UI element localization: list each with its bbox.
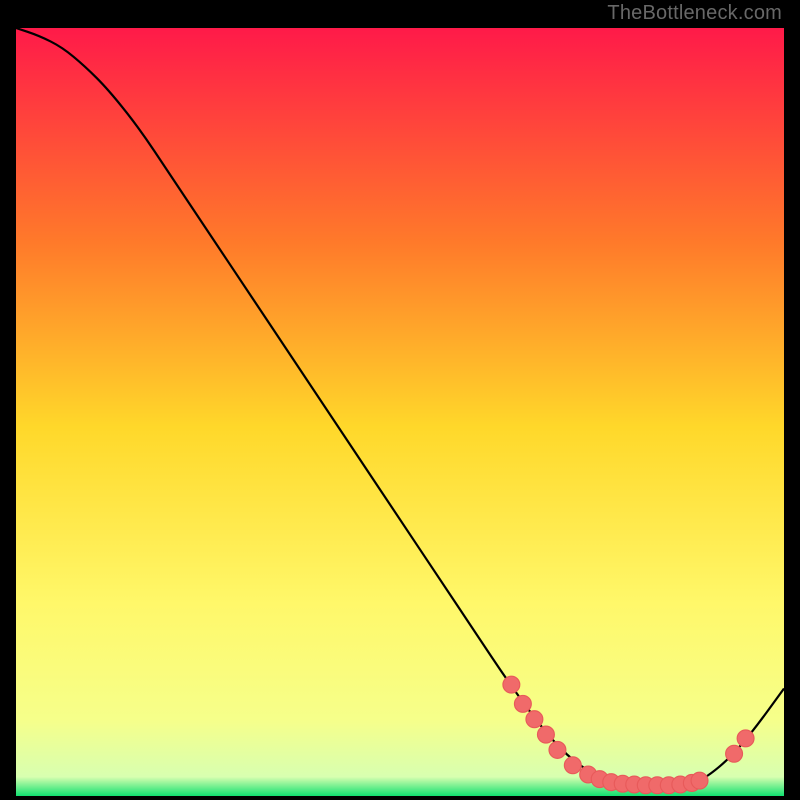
curve-dot: [537, 726, 554, 743]
curve-dot: [514, 695, 531, 712]
curve-dot: [549, 741, 566, 758]
curve-dot: [526, 711, 543, 728]
gradient-background: [16, 28, 784, 796]
chart-svg: [16, 28, 784, 796]
chart-area: [16, 28, 784, 796]
curve-dot: [691, 772, 708, 789]
attribution-text: TheBottleneck.com: [607, 2, 782, 25]
curve-dot: [503, 676, 520, 693]
curve-dot: [726, 745, 743, 762]
curve-dot: [564, 757, 581, 774]
curve-dot: [737, 730, 754, 747]
